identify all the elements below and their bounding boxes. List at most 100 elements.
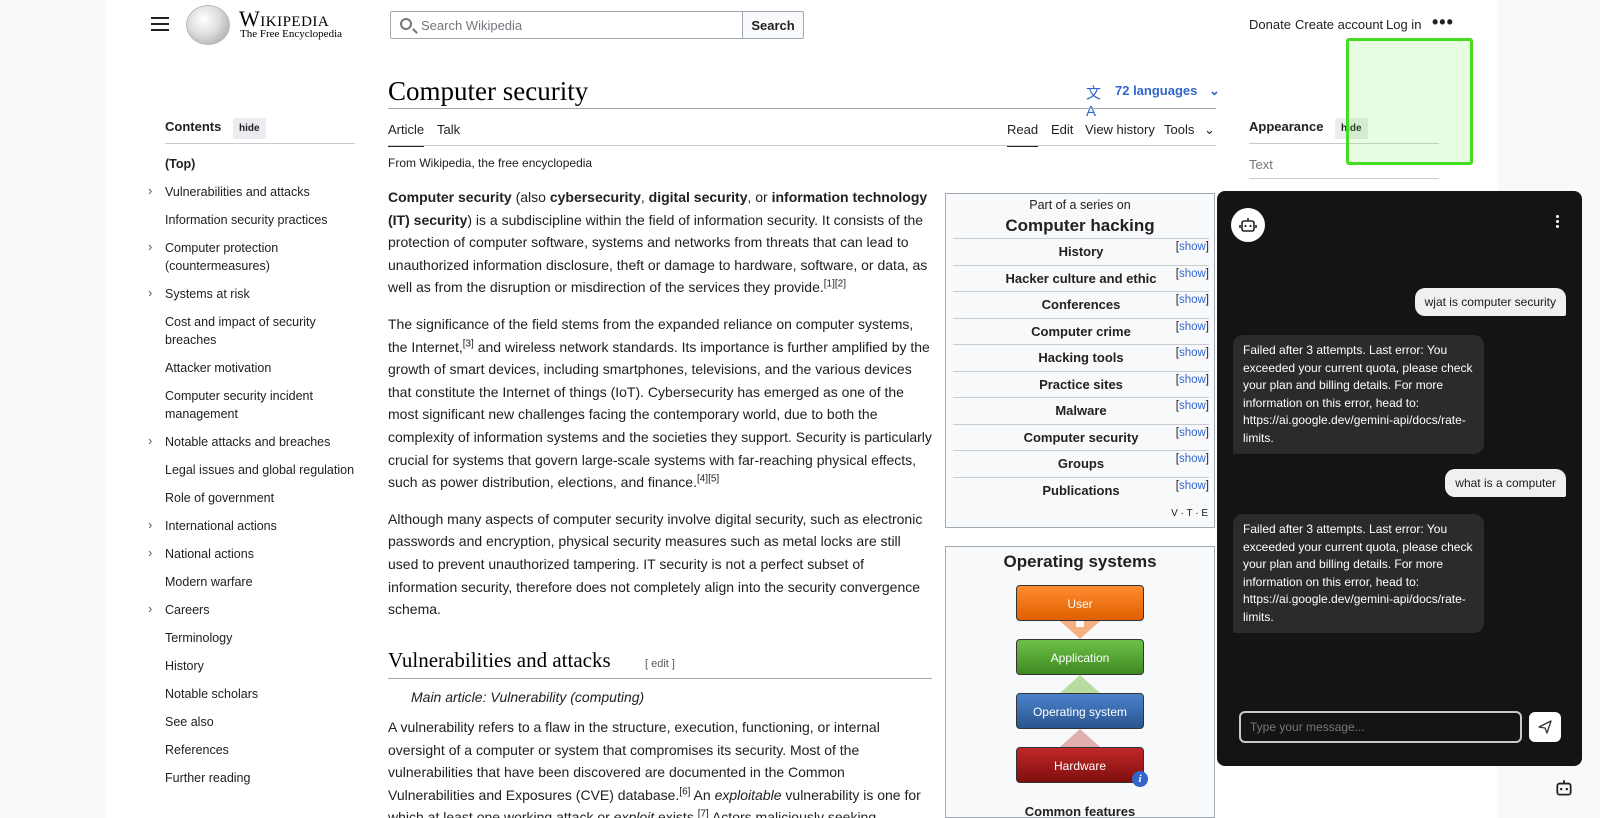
toc-item[interactable]: › National actions	[148, 545, 365, 563]
send-button[interactable]	[1529, 712, 1561, 742]
vte-links[interactable]: V · T · E	[1171, 508, 1208, 519]
toc-item[interactable]: History	[165, 657, 365, 675]
toc-item[interactable]: › Notable attacks and breaches	[148, 433, 365, 451]
toc-item[interactable]: Notable scholars	[165, 685, 365, 703]
os-box-footer: Common features	[1024, 804, 1136, 818]
toc-item[interactable]: Legal issues and global regulation	[165, 461, 365, 479]
show-link[interactable]: show	[1179, 347, 1206, 359]
section-edit-link[interactable]: [ edit ]	[645, 658, 675, 670]
chevron-right-icon[interactable]: ›	[148, 516, 152, 534]
donate-link[interactable]: Donate	[1249, 17, 1291, 32]
chat-input-box[interactable]	[1239, 711, 1522, 743]
navbox-row-label[interactable]: Publications	[953, 483, 1209, 498]
navbox-show-button[interactable]: [show]	[1176, 453, 1209, 465]
chat-menu-icon[interactable]	[1556, 215, 1560, 230]
navbox-show-button[interactable]: [show]	[1176, 321, 1209, 333]
show-link[interactable]: show	[1179, 268, 1206, 280]
toc-item[interactable]: › Careers	[148, 601, 365, 619]
tab-edit[interactable]: Edit	[1051, 122, 1073, 137]
toc-item[interactable]: › International actions	[148, 517, 365, 535]
navbox-row-label[interactable]: Computer security	[953, 430, 1209, 445]
show-link[interactable]: show	[1179, 241, 1206, 253]
navbox-row-label[interactable]: Conferences	[953, 297, 1209, 312]
navbox-show-button[interactable]: [show]	[1176, 241, 1209, 253]
navbox-show-button[interactable]: [show]	[1176, 427, 1209, 439]
show-link[interactable]: show	[1179, 294, 1206, 306]
languages-button[interactable]: 72 languages ⌄	[1115, 83, 1220, 99]
toc-hide-button[interactable]: hide	[232, 118, 266, 139]
create-account-link[interactable]: Create account	[1295, 17, 1383, 32]
show-link[interactable]: show	[1179, 427, 1206, 439]
navbox-show-button[interactable]: [show]	[1176, 347, 1209, 359]
toc-item[interactable]: › Computer protection (countermeasures)	[148, 239, 365, 275]
show-link[interactable]: show	[1179, 321, 1206, 333]
toc-item[interactable]: Computer security incident management	[165, 387, 365, 423]
show-link[interactable]: show	[1179, 400, 1206, 412]
layer-user: User	[1016, 585, 1144, 621]
navbox-row-label[interactable]: Groups	[953, 456, 1209, 471]
chevron-right-icon[interactable]: ›	[148, 544, 152, 562]
toc-item[interactable]: Further reading	[165, 769, 365, 787]
toc-item[interactable]: Terminology	[165, 629, 365, 647]
hatnote[interactable]: Main article: Vulnerability (computing)	[411, 689, 644, 705]
chat-message-input[interactable]	[1241, 713, 1520, 741]
navbox-row: Groups [show]	[953, 450, 1209, 476]
info-icon[interactable]: i	[1132, 771, 1148, 787]
more-options-icon[interactable]: •••	[1432, 12, 1454, 33]
navbox-row-label[interactable]: Hacker culture and ethic	[953, 271, 1209, 286]
chevron-right-icon[interactable]: ›	[148, 600, 152, 618]
show-link[interactable]: show	[1179, 374, 1206, 386]
toc-item[interactable]: (Top)	[165, 155, 365, 173]
toc-heading-label: Contents	[165, 119, 222, 134]
toc-item[interactable]: See also	[165, 713, 365, 731]
navbox-row-label[interactable]: Computer crime	[953, 324, 1209, 339]
toc-item[interactable]: Modern warfare	[165, 573, 365, 591]
language-icon[interactable]: 文A	[1086, 82, 1106, 120]
os-box-title[interactable]: Operating systems	[946, 552, 1214, 572]
chatbot-toggle-icon[interactable]	[1554, 778, 1576, 800]
navbox-row-label[interactable]: Hacking tools	[953, 350, 1209, 365]
chevron-right-icon[interactable]: ›	[148, 182, 152, 200]
arrow-icon	[1060, 675, 1100, 693]
log-in-link[interactable]: Log in	[1386, 17, 1421, 32]
navbox-row-label[interactable]: History	[953, 244, 1209, 259]
chevron-right-icon[interactable]: ›	[148, 432, 152, 450]
navbox-row-label[interactable]: Malware	[953, 403, 1209, 418]
toc-item-label: History	[165, 659, 204, 673]
toc-item[interactable]: References	[165, 741, 365, 759]
layer-hardware: Hardware	[1016, 747, 1144, 783]
tab-talk[interactable]: Talk	[437, 122, 460, 137]
chevron-right-icon[interactable]: ›	[148, 238, 152, 256]
navbox-show-button[interactable]: [show]	[1176, 374, 1209, 386]
navbox-show-button[interactable]: [show]	[1176, 294, 1209, 306]
section-heading: Vulnerabilities and attacks	[388, 648, 611, 672]
operating-systems-box: Operating systems User Application Opera…	[945, 546, 1215, 818]
search-input[interactable]	[421, 15, 721, 35]
toc-item[interactable]: Attacker motivation	[165, 359, 365, 377]
navbox-show-button[interactable]: [show]	[1176, 268, 1209, 280]
search-button[interactable]: Search	[742, 11, 804, 39]
tab-article[interactable]: Article	[388, 122, 425, 147]
toc-item[interactable]: Role of government	[165, 489, 365, 507]
tab-view-history[interactable]: View history	[1085, 122, 1155, 137]
navbox-show-button[interactable]: [show]	[1176, 400, 1209, 412]
navbox-row-label[interactable]: Practice sites	[953, 377, 1209, 392]
toc-item[interactable]: › Vulnerabilities and attacks	[148, 183, 365, 201]
toc-item[interactable]: Information security practices	[165, 211, 365, 229]
main-menu-icon[interactable]	[151, 17, 169, 33]
show-link[interactable]: show	[1179, 453, 1206, 465]
tab-read[interactable]: Read	[1007, 122, 1039, 147]
chevron-right-icon[interactable]: ›	[148, 284, 152, 302]
toc-item[interactable]: › Systems at risk	[148, 285, 365, 303]
bot-message: Failed after 3 attempts. Last error: You…	[1233, 335, 1484, 454]
toc-item[interactable]: Cost and impact of security breaches	[165, 313, 365, 349]
show-link[interactable]: show	[1179, 480, 1206, 492]
layer-application: Application	[1016, 639, 1144, 675]
search-box[interactable]	[390, 11, 743, 39]
series-title[interactable]: Computer hacking	[946, 216, 1214, 236]
tab-tools[interactable]: Tools ⌄	[1164, 122, 1215, 138]
navbox-row: Conferences [show]	[953, 291, 1209, 317]
navbox-row: Malware [show]	[953, 397, 1209, 423]
navbox-show-button[interactable]: [show]	[1176, 480, 1209, 492]
wikipedia-logo[interactable]	[186, 5, 230, 45]
